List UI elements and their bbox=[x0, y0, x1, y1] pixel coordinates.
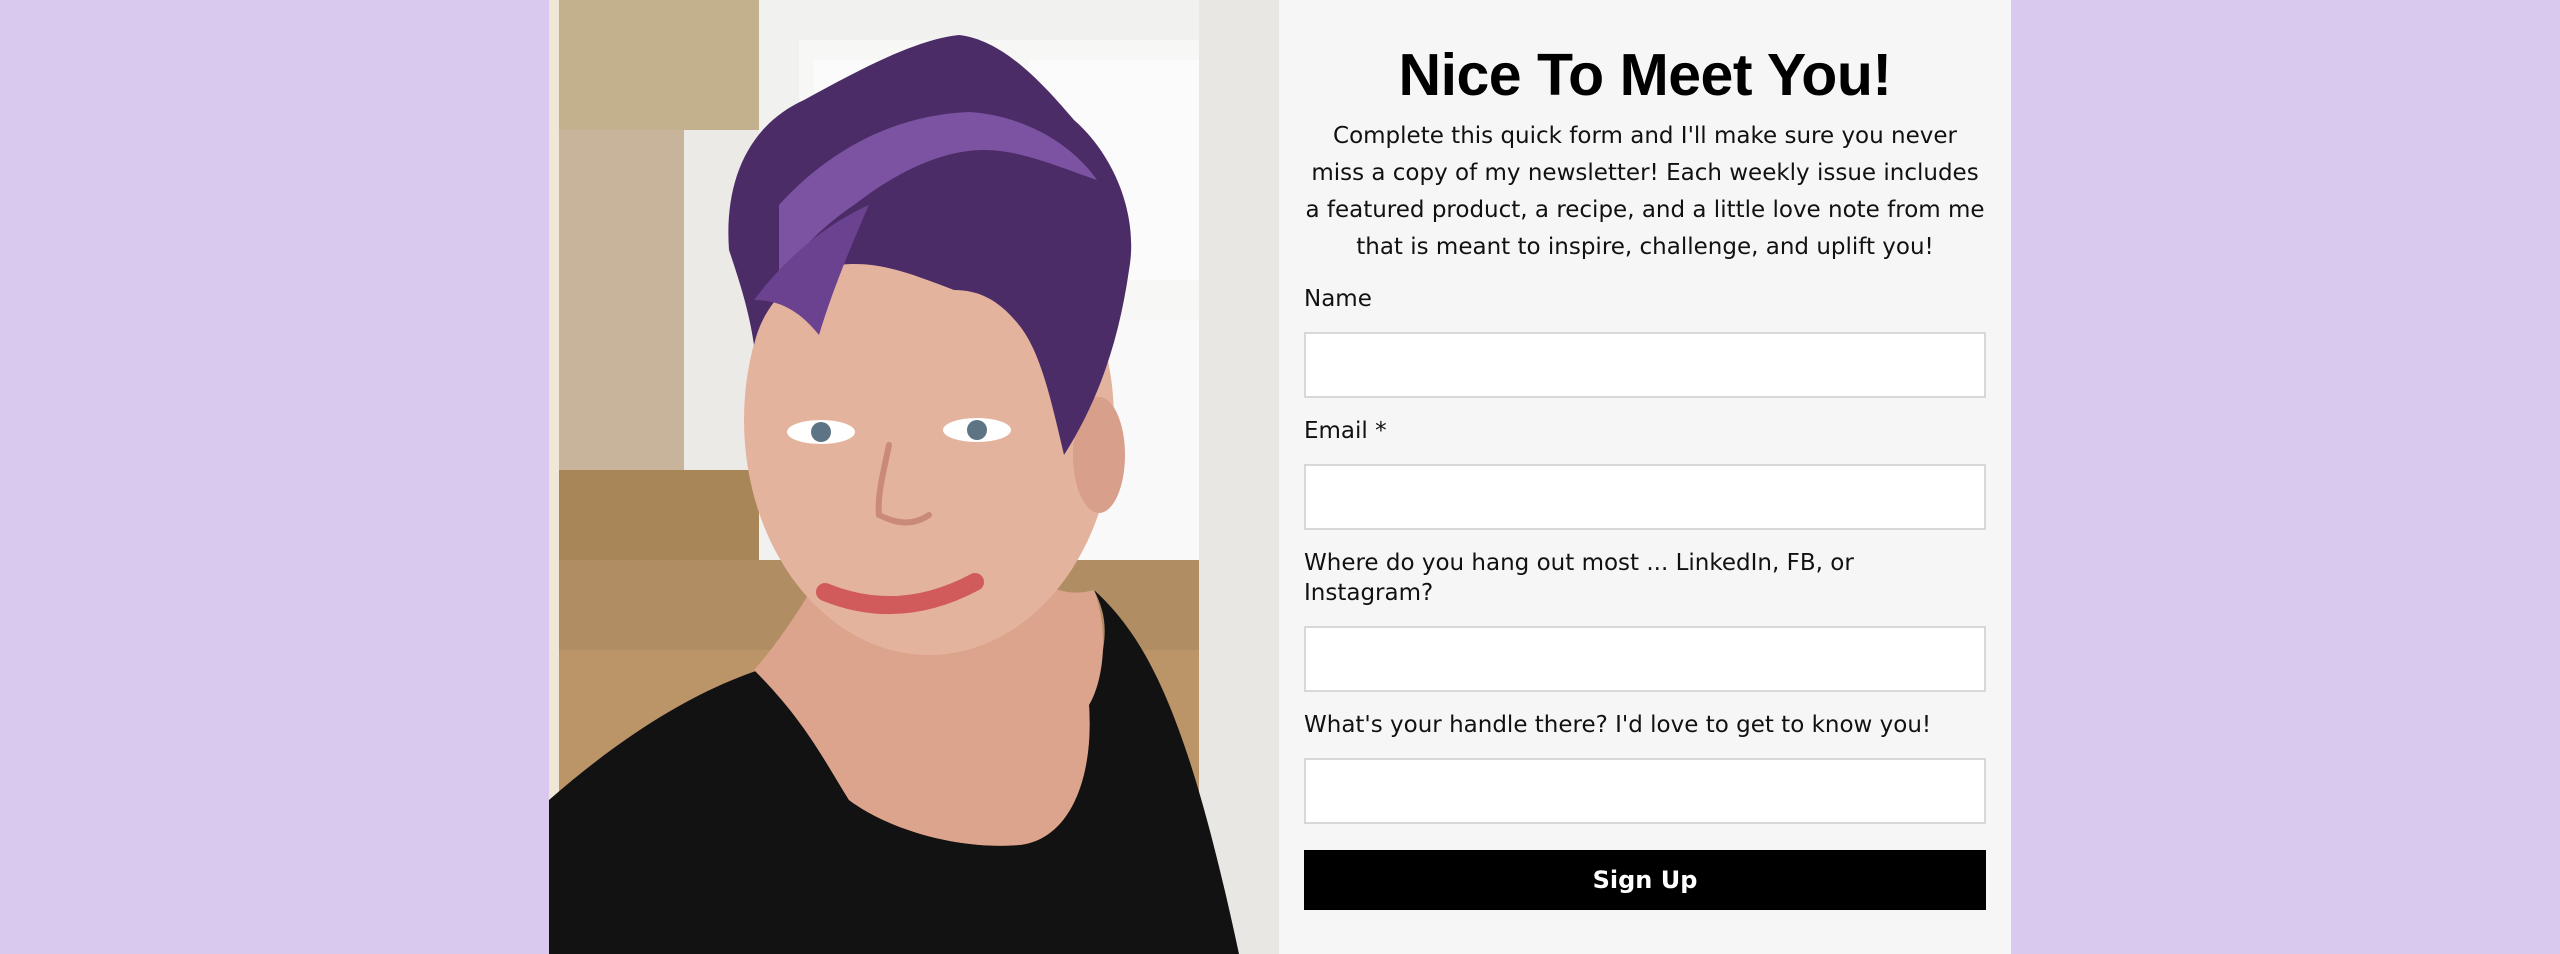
email-input[interactable] bbox=[1304, 464, 1986, 530]
form-intro: Complete this quick form and I'll make s… bbox=[1305, 123, 1985, 260]
portrait-photo bbox=[549, 0, 1279, 954]
signup-form-panel: Nice To Meet You! Complete this quick fo… bbox=[1279, 0, 2011, 954]
social-handle-input[interactable] bbox=[1304, 758, 1986, 824]
social-handle-field-group: What's your handle there? I'd love to ge… bbox=[1304, 710, 1986, 824]
name-label: Name bbox=[1304, 286, 1372, 312]
newsletter-signup-card: Nice To Meet You! Complete this quick fo… bbox=[549, 0, 2011, 954]
form-title: Nice To Meet You! bbox=[1398, 42, 1892, 108]
name-field-group: Name bbox=[1304, 284, 1986, 398]
name-input[interactable] bbox=[1304, 332, 1986, 398]
social-platform-field-group: Where do you hang out most ... LinkedIn,… bbox=[1304, 548, 1986, 692]
social-handle-label: What's your handle there? I'd love to ge… bbox=[1304, 712, 1932, 738]
portrait-illustration bbox=[549, 0, 1279, 954]
social-platform-label: Where do you hang out most ... LinkedIn,… bbox=[1304, 550, 1854, 606]
social-platform-input[interactable] bbox=[1304, 626, 1986, 692]
email-field-group: Email * bbox=[1304, 416, 1986, 530]
sign-up-button[interactable]: Sign Up bbox=[1304, 850, 1986, 910]
email-label: Email * bbox=[1304, 418, 1387, 444]
